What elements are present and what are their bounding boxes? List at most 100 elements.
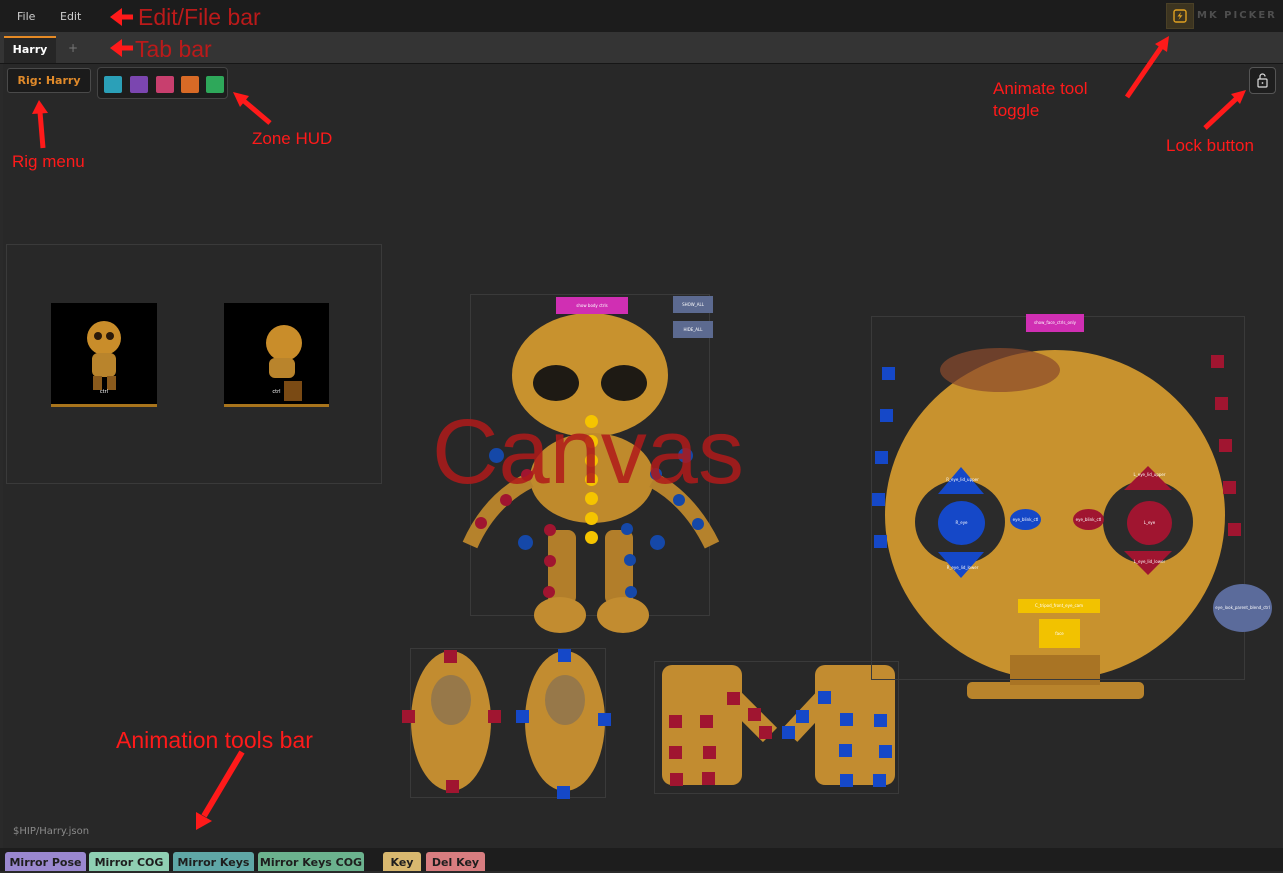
finger-fk-ctrl-l[interactable]: [874, 714, 887, 727]
animate-tool-toggle[interactable]: [1166, 3, 1194, 29]
r-eye-lid-upper[interactable]: R_eye_lid_upper: [935, 474, 990, 486]
finger-fk-ctrl-r[interactable]: [703, 746, 716, 759]
zone-swatch-4[interactable]: [181, 76, 199, 93]
foot-tilt-ctrl-r[interactable]: [402, 710, 415, 723]
zone-swatch-1[interactable]: [104, 76, 122, 93]
foot-heel-ctrl-l[interactable]: [558, 649, 571, 662]
tab-bar-annotation: Tab bar: [135, 36, 212, 62]
ik-ctrl-l[interactable]: [692, 518, 704, 530]
finger-fk-ctrl-r[interactable]: [669, 715, 682, 728]
r-eye-ctrl[interactable]: R_eye: [938, 501, 985, 545]
key-button[interactable]: Key: [383, 852, 421, 871]
mirror-keys-button[interactable]: Mirror Keys: [173, 852, 254, 871]
foot-tilt-ctrl-l[interactable]: [598, 713, 611, 726]
foot-tilt-ctrl-r[interactable]: [488, 710, 501, 723]
ik-ctrl-l[interactable]: [650, 468, 662, 480]
antenna-ctrl-l[interactable]: [1211, 355, 1224, 368]
lock-button[interactable]: [1249, 67, 1276, 94]
spine-ctrl[interactable]: [585, 473, 598, 486]
hands-picker-group: [654, 661, 899, 794]
l-ear-ctrl[interactable]: [1228, 523, 1241, 536]
tab-harry[interactable]: Harry: [4, 36, 56, 63]
foot-tilt-ctrl-l[interactable]: [516, 710, 529, 723]
ik-ctrl-l[interactable]: [625, 586, 637, 598]
show-face-ctrls-button[interactable]: show_face_ctrls_only: [1026, 314, 1084, 332]
finger-fk-ctrl-l[interactable]: [796, 710, 809, 723]
antenna-ctrl-l[interactable]: [1215, 397, 1228, 410]
antenna-ctrl-r[interactable]: [875, 451, 888, 464]
ikfk-switch-leg-r[interactable]: [518, 535, 533, 550]
l-eye-lid-upper[interactable]: L_eye_lid_upper: [1122, 469, 1177, 481]
l-eye-lid-lower[interactable]: L_eye_lid_lower: [1122, 556, 1177, 568]
face-ctrl[interactable]: face: [1039, 619, 1080, 648]
foot-toe-ctrl-l[interactable]: [557, 786, 570, 799]
l-eye-ctrl[interactable]: L_eye: [1127, 501, 1172, 545]
finger-fk-ctrl-l[interactable]: [782, 726, 795, 739]
del-key-button[interactable]: Del Key: [426, 852, 485, 871]
ikfk-switch-l[interactable]: [678, 448, 693, 463]
ik-ctrl-r[interactable]: [544, 524, 556, 536]
ik-ctrl-l[interactable]: [673, 494, 685, 506]
finger-fk-ctrl-r[interactable]: [700, 715, 713, 728]
spine-ctrl[interactable]: [585, 492, 598, 505]
antenna-ctrl-r[interactable]: [882, 367, 895, 380]
lock-button-annotation: Lock button: [1166, 136, 1254, 155]
tripod-cam-ctrl[interactable]: C_tripod_front_eye_cam: [1018, 599, 1100, 613]
eye-look-blend-ctrl[interactable]: eye_look_parent_blend_ctrl: [1213, 584, 1272, 632]
ik-ctrl-r[interactable]: [543, 586, 555, 598]
r-ear-ctrl[interactable]: [874, 535, 887, 548]
spine-ctrl[interactable]: [585, 435, 598, 448]
mirror-keys-cog-button[interactable]: Mirror Keys COG: [258, 852, 364, 871]
ikfk-switch-leg-l[interactable]: [650, 535, 665, 550]
ik-ctrl-r[interactable]: [521, 469, 533, 481]
finger-fk-ctrl-l[interactable]: [879, 745, 892, 758]
finger-fk-ctrl-r[interactable]: [670, 773, 683, 786]
zone-swatch-2[interactable]: [130, 76, 148, 93]
finger-fk-ctrl-l[interactable]: [840, 774, 853, 787]
spine-ctrl[interactable]: [585, 454, 598, 467]
r-eye-lid-lower[interactable]: R_eye_lid_lower: [935, 562, 990, 574]
ik-ctrl-r[interactable]: [475, 517, 487, 529]
foot-toe-ctrl-r[interactable]: [446, 780, 459, 793]
spine-ctrl[interactable]: [585, 512, 598, 525]
edit-menu[interactable]: Edit: [60, 10, 81, 23]
show-body-ctrls-button[interactable]: show body ctrls: [556, 297, 628, 314]
show-all-button[interactable]: SHOW_ALL: [673, 296, 713, 313]
finger-fk-ctrl-r[interactable]: [669, 746, 682, 759]
finger-fk-ctrl-l[interactable]: [840, 713, 853, 726]
rig-menu-button[interactable]: Rig: Harry: [7, 68, 91, 93]
finger-fk-ctrl-r[interactable]: [759, 726, 772, 739]
r-eye-blink-ctrl[interactable]: eye_blink_ctl: [1010, 509, 1041, 530]
mirror-cog-button[interactable]: Mirror COG: [89, 852, 169, 871]
animation-tools-annotation: Animation tools bar: [116, 727, 313, 753]
hide-all-button[interactable]: HIDE_ALL: [673, 321, 713, 338]
finger-fk-ctrl-r[interactable]: [748, 708, 761, 721]
antenna-ctrl-l[interactable]: [1223, 481, 1236, 494]
ikfk-switch-r[interactable]: [489, 448, 504, 463]
antenna-ctrl-r[interactable]: [880, 409, 893, 422]
thumbnail-front[interactable]: ctrl: [51, 303, 157, 407]
file-path: $HIP/Harry.json: [13, 826, 90, 837]
ik-ctrl-r[interactable]: [500, 494, 512, 506]
file-menu[interactable]: File: [17, 10, 35, 23]
ik-ctrl-r[interactable]: [544, 555, 556, 567]
zone-swatch-5[interactable]: [206, 76, 224, 93]
spine-ctrl[interactable]: [585, 415, 598, 428]
ik-ctrl-l[interactable]: [621, 523, 633, 535]
foot-heel-ctrl-r[interactable]: [444, 650, 457, 663]
thumbnail-side[interactable]: ctrl: [224, 303, 329, 407]
edit-file-bar-annotation: Edit/File bar: [138, 4, 261, 30]
zone-swatch-3[interactable]: [156, 76, 174, 93]
ik-ctrl-l[interactable]: [624, 554, 636, 566]
finger-fk-ctrl-r[interactable]: [727, 692, 740, 705]
finger-fk-ctrl-l[interactable]: [873, 774, 886, 787]
spine-ctrl[interactable]: [585, 531, 598, 544]
add-tab-button[interactable]: +: [68, 41, 78, 55]
l-eye-blink-ctrl[interactable]: eye_blink_ctl: [1073, 509, 1104, 530]
finger-fk-ctrl-r[interactable]: [702, 772, 715, 785]
finger-fk-ctrl-l[interactable]: [839, 744, 852, 757]
antenna-ctrl-r[interactable]: [872, 493, 885, 506]
finger-fk-ctrl-l[interactable]: [818, 691, 831, 704]
antenna-ctrl-l[interactable]: [1219, 439, 1232, 452]
mirror-pose-button[interactable]: Mirror Pose: [5, 852, 86, 871]
